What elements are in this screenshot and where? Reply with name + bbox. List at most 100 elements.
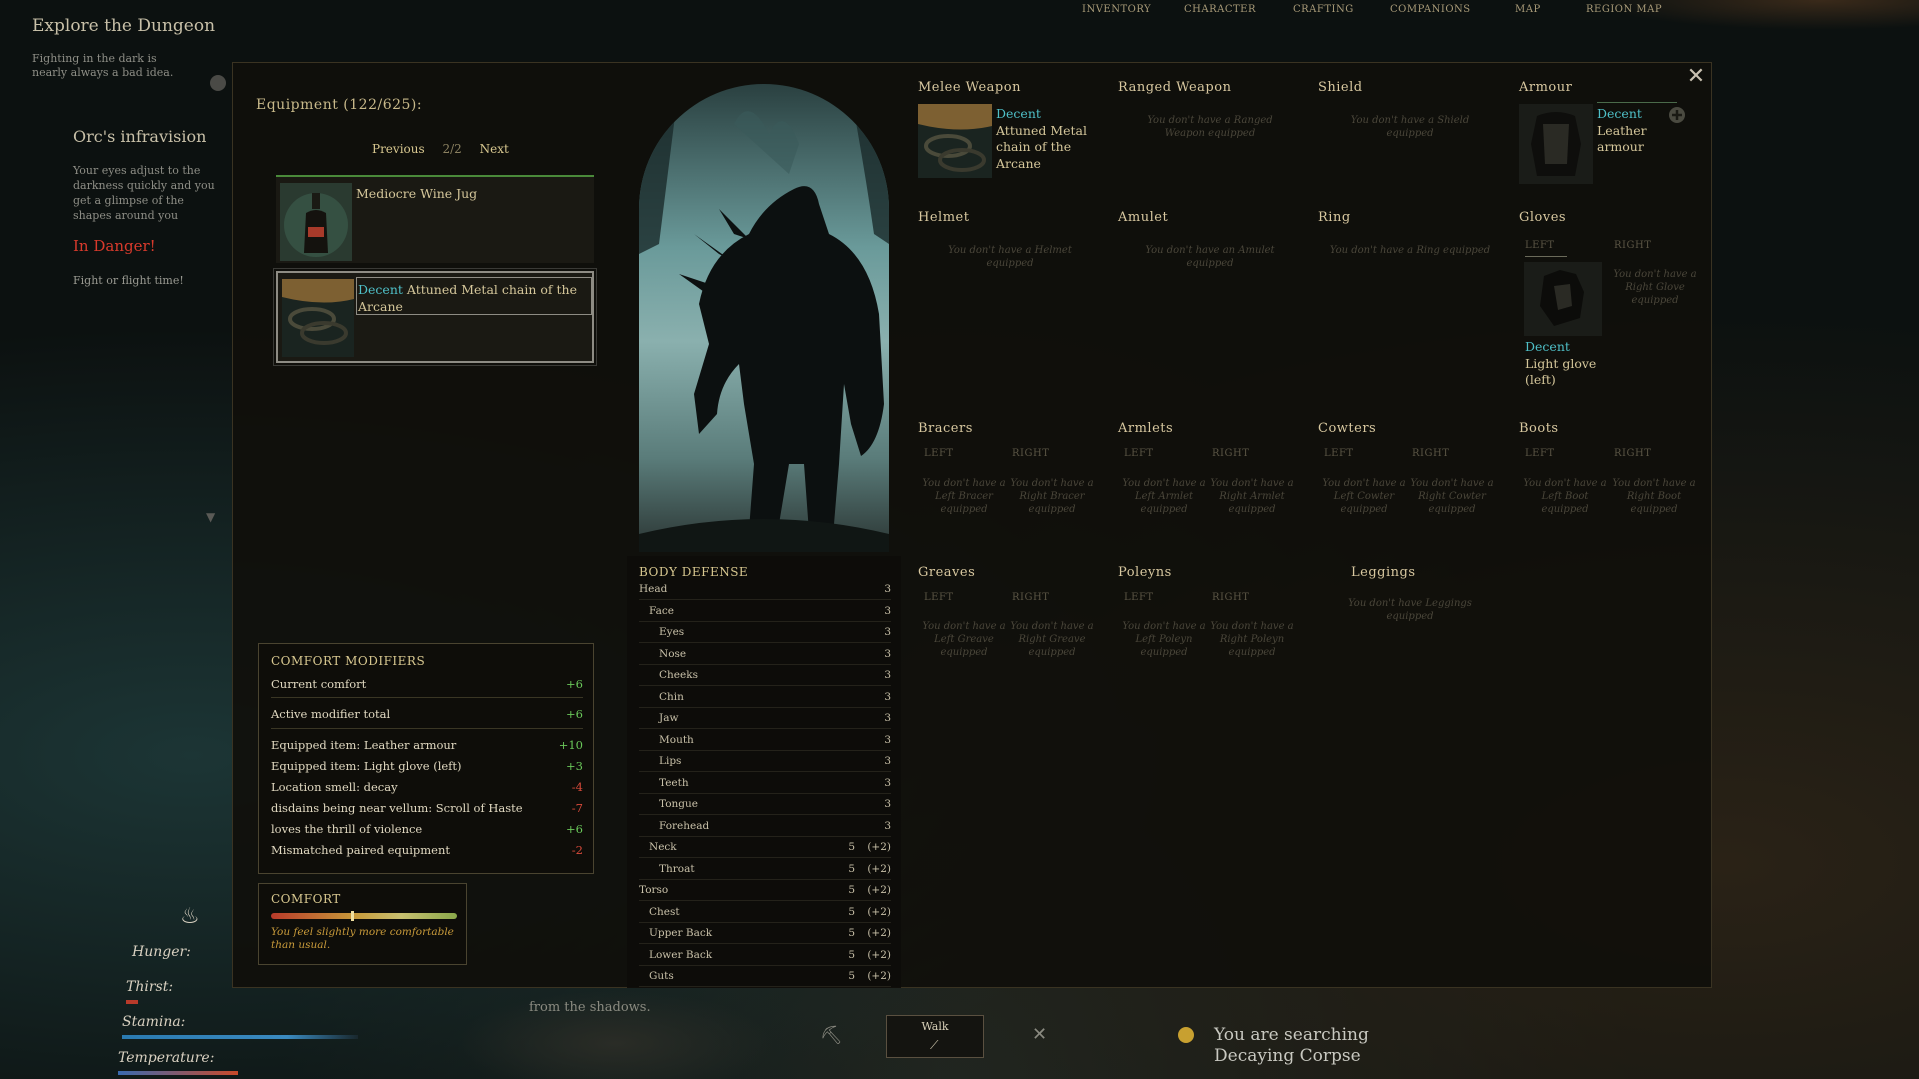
greaves-title: Greaves xyxy=(918,565,976,580)
body-defense-row: Eyes 3 xyxy=(639,623,891,643)
body-part-value: 3 xyxy=(884,604,891,617)
amulet-empty: You don't have an Amulet equipped xyxy=(1145,245,1275,269)
comfort-modifier-row: disdains being near vellum: Scroll of Ha… xyxy=(271,801,583,815)
body-defense-row: Face 3 xyxy=(639,602,891,622)
body-part-value: 3 xyxy=(884,798,891,810)
gloves-right-label: RIGHT xyxy=(1614,240,1652,251)
left-greave-empty: You don't have a Left Greave equipped xyxy=(922,621,1006,658)
body-part-bonus: (+2) xyxy=(867,927,891,939)
ranged-weapon-title: Ranged Weapon xyxy=(1118,80,1232,95)
ranged-weapon-empty: You don't have a Ranged Weapon equipped xyxy=(1147,115,1273,139)
nav-map[interactable]: Map xyxy=(1515,4,1541,15)
bracers-left-label: LEFT xyxy=(924,448,954,459)
inventory-item-metal-chain[interactable]: Decent Attuned Metal chain of the Arcane xyxy=(273,268,597,366)
next-page-button[interactable]: Next xyxy=(480,142,509,156)
body-part-value: 3 xyxy=(884,647,891,660)
body-part-name: Jaw xyxy=(659,712,679,724)
gloves-left-label: LEFT xyxy=(1525,240,1555,251)
melee-weapon-icon[interactable] xyxy=(918,104,992,178)
temperature-label: Temperature: xyxy=(118,1050,215,1066)
poleyns-title: Poleyns xyxy=(1118,565,1172,580)
body-part-name: Upper Back xyxy=(649,927,713,939)
body-part-name: Forehead xyxy=(659,819,710,832)
temperature-bar xyxy=(118,1071,238,1075)
nav-crafting[interactable]: Crafting xyxy=(1293,4,1354,15)
inventory-item-name: Mediocre Wine Jug xyxy=(356,186,478,201)
body-part-bonus: (+2) xyxy=(867,884,891,896)
body-part-name: Cheeks xyxy=(659,669,698,681)
cowters-right-label: RIGHT xyxy=(1412,448,1450,459)
body-part-name: Torso xyxy=(639,884,669,896)
nav-character[interactable]: Character xyxy=(1184,4,1256,15)
search-status-icon xyxy=(1178,1027,1194,1043)
body-defense-row: Nose 3 xyxy=(639,645,891,665)
message-log-text: from the shadows. xyxy=(529,1000,651,1015)
body-part-value: 3 xyxy=(884,712,891,724)
body-part-value: 5 xyxy=(848,884,855,896)
right-bracer-empty: You don't have a Right Bracer equipped xyxy=(1010,478,1094,515)
left-poleyn-empty: You don't have a Left Poleyn equipped xyxy=(1122,621,1206,658)
body-part-bonus: (+2) xyxy=(867,841,891,853)
body-defense-row: Tongue 3 xyxy=(639,795,891,815)
body-defense-row: Chin 3 xyxy=(639,688,891,708)
armour-title: Armour xyxy=(1519,80,1573,95)
nav-companions[interactable]: Companions xyxy=(1390,4,1471,15)
nav-region-map[interactable]: Region Map xyxy=(1586,4,1662,15)
cowters-left-label: LEFT xyxy=(1324,448,1354,459)
leggings-title: Leggings xyxy=(1351,565,1416,580)
glove-icon[interactable] xyxy=(1524,262,1602,336)
helmet-title: Helmet xyxy=(918,210,970,225)
comfort-modifier-row: Active modifier total +6 xyxy=(271,707,583,721)
body-defense-row: Cheeks 3 xyxy=(639,666,891,686)
body-part-name: Throat xyxy=(659,862,695,875)
cancel-icon[interactable]: ✕ xyxy=(1032,1024,1047,1045)
collapse-arrow-icon[interactable]: ▼ xyxy=(206,510,215,524)
hunger-label: Hunger: xyxy=(132,944,191,960)
add-icon[interactable] xyxy=(1668,106,1686,124)
thirst-label: Thirst: xyxy=(126,979,174,995)
body-part-bonus: (+2) xyxy=(867,970,891,982)
bracers-title: Bracers xyxy=(918,421,973,436)
campfire-icon[interactable]: ♨ xyxy=(180,904,200,929)
previous-page-button[interactable]: Previous xyxy=(372,142,425,156)
gloves-title: Gloves xyxy=(1519,210,1567,225)
armour-icon[interactable] xyxy=(1519,104,1593,184)
pickaxe-icon[interactable]: ⛏ xyxy=(820,1025,843,1046)
glove-name[interactable]: Decent Light glove (left) xyxy=(1525,339,1615,389)
body-defense-row: Neck 5 (+2) xyxy=(639,838,891,858)
body-part-name: Lower Back xyxy=(649,948,713,961)
ring-empty: You don't have a Ring equipped xyxy=(1329,245,1491,256)
poleyns-right-label: RIGHT xyxy=(1212,592,1250,603)
toggle-circle-icon[interactable] xyxy=(210,75,226,91)
helmet-empty: You don't have a Helmet equipped xyxy=(948,245,1072,269)
ring-title: Ring xyxy=(1318,210,1351,225)
page-indicator: 2/2 xyxy=(442,142,462,156)
right-glove-empty: You don't have a Right Glove equipped xyxy=(1613,269,1697,306)
fight-or-flight-text: Fight or flight time! xyxy=(73,274,184,287)
melee-weapon-name[interactable]: Decent Attuned Metal chain of the Arcane xyxy=(996,106,1106,172)
poleyns-left-label: LEFT xyxy=(1124,592,1154,603)
orc-infravision-title: Orc's infravision xyxy=(73,127,207,146)
close-icon[interactable]: ✕ xyxy=(1683,64,1709,90)
inventory-item-wine-jug[interactable]: Mediocre Wine Jug xyxy=(276,175,594,263)
metal-chain-icon xyxy=(282,279,354,357)
walk-button[interactable]: Walk ⟋ xyxy=(886,1015,984,1058)
nav-inventory[interactable]: Inventory xyxy=(1082,4,1151,15)
comfort-description: You feel slightly more comfortable than … xyxy=(271,926,454,951)
shield-empty: You don't have a Shield equipped xyxy=(1350,115,1470,139)
body-part-name: Teeth xyxy=(659,776,689,789)
body-part-value: 5 xyxy=(848,841,855,853)
left-boot-empty: You don't have a Left Boot equipped xyxy=(1523,478,1607,515)
orc-infravision-description: Your eyes adjust to the darkness quickly… xyxy=(73,164,215,222)
body-part-value: 5 xyxy=(848,862,855,875)
quest-title: Explore the Dungeon xyxy=(32,16,216,36)
body-part-value: 5 xyxy=(848,905,855,918)
comfort-modifier-row: Equipped item: Leather armour +10 xyxy=(271,738,583,752)
comfort-modifiers-panel: COMFORT MODIFIERS Current comfort +6 Acti… xyxy=(258,643,594,874)
body-defense-row: Head 3 xyxy=(639,580,891,600)
body-part-name: Nose xyxy=(659,647,687,660)
body-part-bonus: (+2) xyxy=(867,862,891,875)
amulet-title: Amulet xyxy=(1118,210,1169,225)
leggings-empty: You don't have Leggings equipped xyxy=(1348,598,1472,622)
body-defense-row: Lips 3 xyxy=(639,752,891,772)
